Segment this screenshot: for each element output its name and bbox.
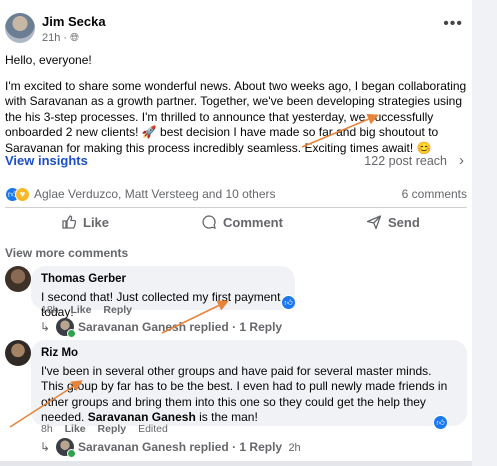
edited-label: Edited (138, 423, 168, 435)
more-options-icon[interactable]: ••• (443, 15, 463, 33)
comment-author[interactable]: Thomas Gerber (41, 272, 285, 288)
comments-count[interactable]: 6 comments (402, 187, 467, 201)
online-status-dot (67, 329, 76, 338)
send-label: Send (388, 214, 420, 230)
comment-reply-button[interactable]: Reply (103, 304, 132, 316)
comment-meta: 8h Like Reply Edited (41, 423, 177, 435)
chevron-right-icon[interactable]: › (459, 152, 464, 169)
reply-arrow-icon: ↳ (40, 320, 51, 334)
divider (5, 207, 467, 208)
next-comment-edge (0, 461, 472, 466)
view-more-comments[interactable]: View more comments (5, 246, 128, 260)
post-actions: Like Comment Send (5, 212, 467, 236)
post-time[interactable]: 21h (42, 32, 60, 44)
comment-time[interactable]: 18h (41, 304, 59, 316)
post-meta: 21h · 🌐︎ (42, 32, 79, 45)
reply-arrow-icon: ↳ (40, 440, 51, 454)
comment-meta: 18h Like Reply (41, 304, 141, 316)
comment-like-button[interactable]: Like (65, 423, 86, 435)
comment-button[interactable]: Comment (201, 214, 283, 230)
author-name[interactable]: Jim Secka (42, 14, 106, 29)
commenter-avatar[interactable] (5, 266, 31, 292)
comment-reply-button[interactable]: Reply (98, 423, 127, 435)
reactors-summary[interactable]: Aglae Verduzco, Matt Versteeg and 10 oth… (34, 187, 276, 201)
view-replies-link[interactable]: Saravanan Ganesh replied · 1 Reply (78, 320, 282, 334)
comment-text-end: is the man! (195, 410, 258, 424)
comment-author[interactable]: Riz Mo (41, 346, 457, 362)
online-status-dot (67, 449, 76, 458)
reply-time: 2h (288, 442, 301, 454)
comment-text: I've been in several other groups and ha… (41, 364, 457, 426)
comment-like-badge[interactable]: 👍︎ (433, 415, 448, 430)
send-icon (366, 215, 382, 230)
commenter-avatar[interactable] (5, 340, 31, 366)
comment-like-button[interactable]: Like (70, 304, 91, 316)
insights-row: View insights 122 post reach › (5, 152, 467, 171)
reaction-icons[interactable]: 👍︎ ♥ (5, 187, 31, 202)
comment-time[interactable]: 8h (41, 423, 53, 435)
thumbs-up-icon (62, 215, 77, 229)
send-button[interactable]: Send (366, 214, 420, 230)
comment-bubble: Riz Mo I've been in several other groups… (31, 340, 467, 426)
mentioned-user[interactable]: Saravanan Ganesh (88, 410, 196, 424)
like-button[interactable]: Like (61, 214, 109, 230)
view-insights-link[interactable]: View insights (5, 153, 88, 168)
like-label: Like (83, 214, 110, 230)
post-text: I'm excited to share some wonderful news… (5, 78, 467, 155)
comment-label: Comment (223, 214, 283, 230)
globe-icon: 🌐︎ (70, 32, 79, 44)
post-header: Jim Secka 21h · 🌐︎ ••• (5, 13, 467, 49)
care-reaction-icon: ♥ (15, 187, 30, 202)
reactions-row: 👍︎ ♥ Aglae Verduzco, Matt Versteeg and 1… (5, 186, 467, 202)
comment-icon (202, 215, 216, 229)
reply-summary: Saravanan Ganesh replied · 1 Reply (78, 440, 283, 454)
post-card: Jim Secka 21h · 🌐︎ ••• Hello, everyone! … (0, 0, 472, 466)
post-body: Hello, everyone! I'm excited to share so… (5, 53, 469, 156)
comment-like-badge[interactable]: 👍︎ (281, 295, 296, 310)
view-replies-link[interactable]: Saravanan Ganesh replied · 1 Reply 2h (78, 440, 301, 454)
author-avatar[interactable] (5, 13, 35, 43)
post-greeting: Hello, everyone! (5, 53, 92, 67)
post-reach[interactable]: 122 post reach (364, 154, 447, 168)
